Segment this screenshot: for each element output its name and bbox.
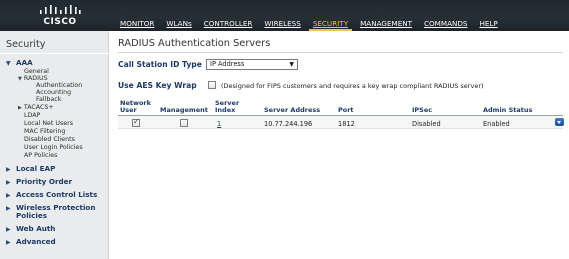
sidebar-title: Security xyxy=(6,39,46,50)
sidebar-group-local-eap-label: Local EAP xyxy=(16,164,56,173)
sidebar-item-local-net-users[interactable]: Local Net Users xyxy=(24,120,73,127)
sidebar-item-general[interactable]: General xyxy=(24,68,49,75)
sidebar-item-tacacs[interactable]: ▶ TACACS+ xyxy=(18,104,54,111)
sidebar-group-aaa-label: AAA xyxy=(16,58,33,67)
nav-controller[interactable]: CONTROLLER xyxy=(198,0,259,31)
nav-monitor[interactable]: MONITOR xyxy=(114,0,160,31)
nav-wlans[interactable]: WLANs xyxy=(160,0,197,31)
main-content: RADIUS Authentication Servers Call Stati… xyxy=(110,31,569,259)
row-port: 1812 xyxy=(338,120,355,128)
cisco-logo-bars-icon xyxy=(40,5,81,14)
sidebar-item-tacacs-label: TACACS+ xyxy=(23,104,54,111)
row-server-index-link[interactable]: 1 xyxy=(217,120,221,128)
sidebar-item-radius-label: RADIUS xyxy=(23,75,48,82)
nav-management[interactable]: MANAGEMENT xyxy=(354,0,418,31)
sidebar-group-web-auth[interactable]: ▶ Web Auth xyxy=(6,224,55,233)
th-management: Management xyxy=(160,106,208,114)
call-station-id-type-value: IP Address xyxy=(210,60,245,68)
nav-security[interactable]: SECURITY xyxy=(307,0,354,31)
sidebar-item-ap-policies[interactable]: AP Policies xyxy=(24,152,57,159)
th-server-index-line2: Index xyxy=(215,106,236,114)
row-ipsec: Disabled xyxy=(412,120,441,128)
sidebar-item-fallback[interactable]: Fallback xyxy=(36,96,61,103)
th-server-address: Server Address xyxy=(264,106,321,114)
call-station-id-type-label: Call Station ID Type xyxy=(118,60,202,69)
row-dropdown-arrow-icon[interactable] xyxy=(555,118,564,126)
triangle-expand-icon: ▶ xyxy=(6,205,11,212)
sidebar-group-advanced[interactable]: ▶ Advanced xyxy=(6,237,56,246)
sidebar-divider xyxy=(0,53,109,54)
triangle-expand-icon: ▶ xyxy=(6,192,11,199)
th-admin-status: Admin Status xyxy=(483,106,533,114)
nav-help[interactable]: HELP xyxy=(473,0,503,31)
sidebar-group-access-control-lists[interactable]: ▶ Access Control Lists xyxy=(6,190,97,199)
sidebar-group-advanced-label: Advanced xyxy=(16,237,56,246)
aes-key-wrap-checkbox[interactable] xyxy=(208,81,216,89)
th-port: Port xyxy=(338,106,354,114)
dropdown-arrow-icon: ▼ xyxy=(289,61,294,68)
row-management-checkbox[interactable] xyxy=(180,119,188,127)
triangle-expand-icon: ▶ xyxy=(6,226,11,233)
th-ipsec: IPSec xyxy=(412,106,433,114)
triangle-expand-icon: ▶ xyxy=(6,179,11,186)
aes-key-wrap-note: (Designed for FIPS customers and require… xyxy=(221,82,484,90)
nav-commands[interactable]: COMMANDS xyxy=(418,0,473,31)
sidebar-item-radius[interactable]: ▼ RADIUS xyxy=(18,75,48,82)
triangle-collapse-icon: ▼ xyxy=(18,76,22,82)
sidebar-item-ldap[interactable]: LDAP xyxy=(24,112,40,119)
sidebar-item-disabled-clients[interactable]: Disabled Clients xyxy=(24,136,75,143)
title-divider xyxy=(118,52,563,53)
th-network-user-line2: User xyxy=(120,106,137,114)
sidebar-group-web-auth-label: Web Auth xyxy=(16,224,56,233)
row-server-address: 10.77.244.196 xyxy=(264,120,313,128)
sidebar-group-priority-order[interactable]: ▶ Priority Order xyxy=(6,177,72,186)
sidebar-group-aaa[interactable]: ▼ AAA xyxy=(6,58,33,67)
th-server-index: Server Index xyxy=(215,100,239,114)
main-menu: MONITOR WLANs CONTROLLER WIRELESS SECURI… xyxy=(114,0,504,31)
page-title: RADIUS Authentication Servers xyxy=(118,38,271,49)
aes-key-wrap-label: Use AES Key Wrap xyxy=(118,81,197,90)
sidebar-item-accounting[interactable]: Accounting xyxy=(36,89,71,96)
sidebar-group-priority-order-label: Priority Order xyxy=(16,177,73,186)
sidebar-item-user-login-policies[interactable]: User Login Policies xyxy=(24,144,83,151)
triangle-expand-icon: ▶ xyxy=(6,166,11,173)
triangle-expand-icon: ▶ xyxy=(18,105,22,111)
row-network-user-checkbox[interactable] xyxy=(132,117,140,127)
sidebar-group-wpp-label-line2[interactable]: Policies xyxy=(16,211,47,220)
cisco-logo: CISCO xyxy=(30,5,90,29)
call-station-id-type-select[interactable]: IP Address ▼ xyxy=(206,59,298,70)
sidebar: Security ▼ AAA General ▼ RADIUS Authentica… xyxy=(0,31,109,259)
top-navigation-bar: CISCO MONITOR WLANs CONTROLLER WIRELESS … xyxy=(0,0,569,31)
sidebar-item-authentication[interactable]: Authentication xyxy=(36,82,82,89)
cisco-wordmark: CISCO xyxy=(43,17,77,27)
th-network-user: Network User xyxy=(120,100,151,114)
sidebar-item-mac-filtering[interactable]: MAC Filtering xyxy=(24,128,65,135)
nav-wireless[interactable]: WIRELESS xyxy=(258,0,306,31)
row-admin-status: Enabled xyxy=(483,120,510,128)
triangle-collapse-icon: ▼ xyxy=(6,60,11,67)
sidebar-group-local-eap[interactable]: ▶ Local EAP xyxy=(6,164,55,173)
sidebar-group-acl-label: Access Control Lists xyxy=(16,190,98,199)
triangle-expand-icon: ▶ xyxy=(6,239,11,246)
